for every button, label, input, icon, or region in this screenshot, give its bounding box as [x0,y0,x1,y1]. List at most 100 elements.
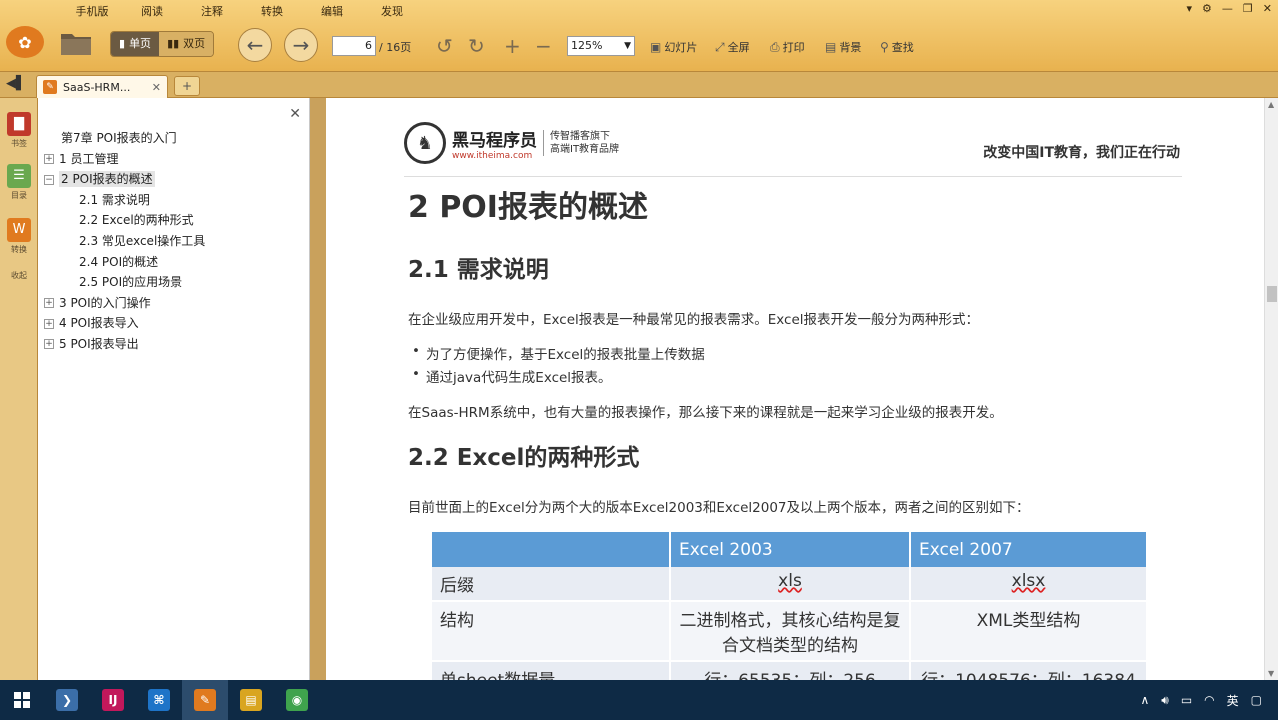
open-folder-icon[interactable] [60,30,92,56]
table-row: 后缀 xls xlsx [432,567,1148,602]
windows-logo-icon [14,692,30,708]
double-page-icon: ▮▮ [167,37,180,50]
expand-icon[interactable]: + [44,154,54,165]
arrow-right-icon: → [292,33,310,57]
slideshow-button[interactable]: ▣ 幻灯片 [650,39,697,55]
system-tray: ∧ 🔊︎ ▭ ◠ 英 ▢ [1140,680,1262,720]
toc-item[interactable]: +4 POI报表导入 [44,313,205,334]
collapse-strip-button[interactable]: 收起 [5,270,33,281]
brand-name: 黑马程序员 [452,130,537,151]
toc-button[interactable]: ☰ 目录 [5,164,33,201]
taskbar-app[interactable]: ❯ [44,680,90,720]
volume-icon[interactable]: 🔊︎ [1161,693,1169,708]
table-cell: XML类型结构 [910,601,1148,662]
vertical-scrollbar[interactable]: ▲ ▼ [1264,98,1278,680]
expand-icon[interactable]: + [44,318,54,329]
toc-item[interactable]: 2.5 POI的应用场景 [44,272,205,293]
background-button[interactable]: ▤ 背景 [825,39,861,55]
minimize-button[interactable]: — [1222,2,1233,15]
input-language[interactable]: 英 [1227,692,1239,709]
double-page-button[interactable]: ▮▮ 双页 [159,32,214,56]
tab-bar: ◀▌ ✎ SaaS-HRM... ✕ + [0,72,1278,98]
taskbar-app[interactable]: ⌘ [136,680,182,720]
toc-panel: ✕ 第7章 POI报表的入门 +1 员工管理 −2 POI报表的概述 2.1 需求说明… [38,98,310,680]
zoom-out-icon[interactable]: − [535,34,552,58]
expand-icon[interactable]: + [44,339,54,350]
document-tab[interactable]: ✎ SaaS-HRM... ✕ [36,75,168,98]
paragraph-2: 在Saas-HRM系统中，也有大量的报表操作，那么接下来的课程就是一起来学习企业… [408,405,1003,421]
toc-item-label: 2.1 需求说明 [79,192,150,207]
find-button[interactable]: ⚲ 查找 [880,39,914,55]
menu-annotate[interactable]: 注释 [182,3,242,19]
arrow-left-icon: ← [246,33,264,57]
subsection-heading-1: 2.1 需求说明 [408,257,549,283]
zoom-select[interactable]: 125% ▼ [567,36,635,56]
menu-edit[interactable]: 编辑 [302,3,362,19]
scrollbar-thumb[interactable] [1267,286,1277,302]
bullet-item-1: 为了方便操作，基于Excel的报表批量上传数据 [412,343,705,363]
close-panel-icon[interactable]: ✕ [289,106,301,122]
convert-button[interactable]: W 转换 [5,218,33,255]
toc-item[interactable]: −2 POI报表的概述 [44,169,205,190]
table-cell: xls [670,567,911,602]
close-window-button[interactable]: ✕ [1263,2,1272,15]
zoom-in-icon[interactable]: + [504,34,521,58]
bookmarks-button[interactable]: ▇ 书签 [5,112,33,149]
new-tab-button[interactable]: + [174,76,200,96]
taskbar-app[interactable]: ▤ [228,680,274,720]
search-icon: ⚲ [880,40,889,54]
scroll-down-icon[interactable]: ▼ [1268,669,1274,678]
toc-item[interactable]: +3 POI的入门操作 [44,293,205,314]
battery-icon[interactable]: ▭ [1181,693,1192,707]
toc-item-label: 5 POI报表导出 [59,336,139,351]
toc-item-label: 2 POI报表的概述 [59,171,155,188]
app-icon: ❯ [56,689,78,711]
table-header-cell: Excel 2007 [910,532,1148,567]
toc-item[interactable]: 第7章 POI报表的入门 [44,128,205,149]
next-page-button[interactable]: → [284,28,318,62]
panel-divider[interactable] [310,98,326,680]
toc-item[interactable]: 2.1 需求说明 [44,190,205,211]
subsection-heading-2: 2.2 Excel的两种形式 [408,445,640,471]
app-logo-icon[interactable]: ✿ [6,26,44,58]
close-tab-icon[interactable]: ✕ [152,81,161,94]
app-icon: IJ [102,689,124,711]
print-button[interactable]: ⎙ 打印 [770,39,805,55]
menu-mobile[interactable]: 手机版 [62,3,122,19]
page-number-input[interactable]: 6 [332,36,376,56]
toc-item-label: 3 POI的入门操作 [59,295,151,310]
toc-item[interactable]: +5 POI报表导出 [44,334,205,355]
taskbar-app[interactable]: IJ [90,680,136,720]
top-toolbar: 手机版 阅读 注释 转换 编辑 发现 ▾ ⚙ — ❐ ✕ ✿ ▮ 单页 ▮▮ 双页 … [0,0,1278,72]
collapse-sidebar-icon[interactable]: ◀▌ [6,76,26,91]
prev-page-button[interactable]: ← [238,28,272,62]
rotate-right-icon[interactable]: ↻ [468,34,485,58]
collapse-icon[interactable]: − [44,174,54,185]
menu-convert[interactable]: 转换 [242,3,302,19]
list-icon: ☰ [7,164,31,188]
settings-icon[interactable]: ⚙ [1202,2,1212,15]
maximize-button[interactable]: ❐ [1243,2,1253,15]
rotate-left-icon[interactable]: ↺ [436,34,453,58]
expand-icon[interactable]: + [44,298,54,309]
menu-read[interactable]: 阅读 [122,3,182,19]
toc-item[interactable]: +1 员工管理 [44,149,205,170]
dropdown-icon[interactable]: ▾ [1187,2,1193,15]
single-page-button[interactable]: ▮ 单页 [111,32,160,56]
wifi-icon[interactable]: ◠ [1204,693,1214,707]
scroll-up-icon[interactable]: ▲ [1268,100,1274,109]
toc-item[interactable]: 2.2 Excel的两种形式 [44,210,205,231]
menu-discover[interactable]: 发现 [362,3,422,19]
notification-icon[interactable]: ▢ [1251,693,1262,707]
fullscreen-button[interactable]: ⤢ 全屏 [715,39,750,55]
taskbar-app[interactable]: ✎ [182,680,228,720]
chevron-down-icon: ▼ [624,41,631,51]
app-icon: ✎ [194,689,216,711]
windows-start-button[interactable] [0,680,44,720]
toc-item[interactable]: 2.3 常见excel操作工具 [44,231,205,252]
taskbar-app[interactable]: ◉ [274,680,320,720]
show-hidden-icons-icon[interactable]: ∧ [1140,693,1149,707]
toc-item-label: 第7章 POI报表的入门 [61,131,177,145]
toc-item[interactable]: 2.4 POI的概述 [44,252,205,273]
section-heading: 2 POI报表的概述 [408,190,648,225]
